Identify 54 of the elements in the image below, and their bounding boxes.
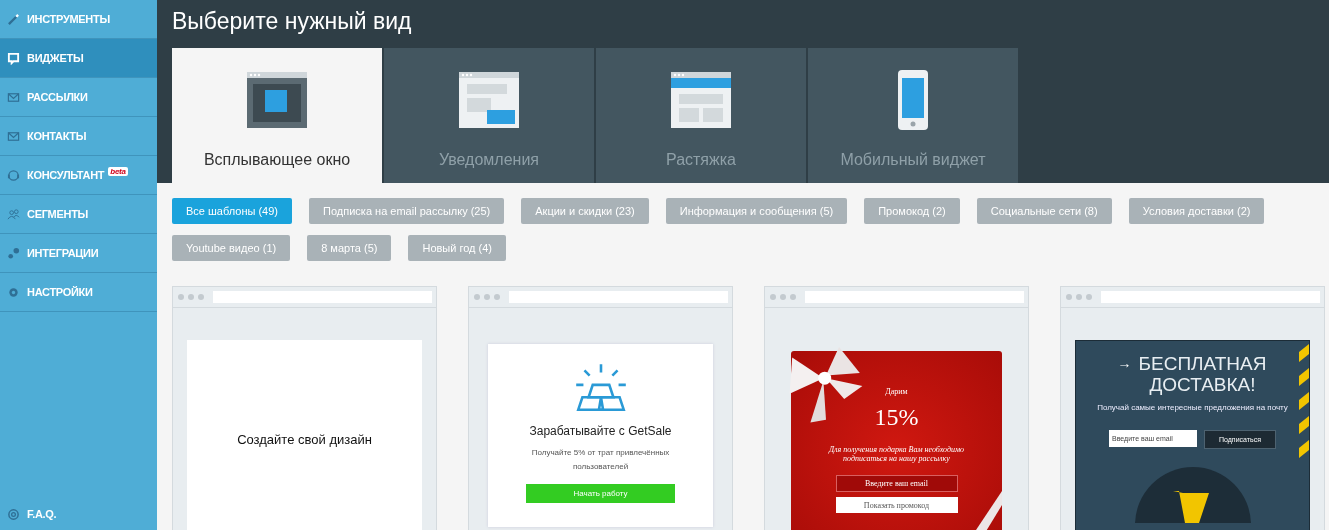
sidebar-item[interactable]: ВИДЖЕТЫ bbox=[0, 39, 157, 78]
filter-chip[interactable]: 8 марта (5) bbox=[307, 235, 392, 261]
arrow-glyph: → bbox=[1117, 354, 1132, 373]
template-text: Для получения подарка Вам необходимо подписаться на нашу рассылку bbox=[827, 445, 966, 463]
widget-type-tab[interactable]: Уведомления bbox=[384, 48, 594, 183]
widget-type-tab[interactable]: Растяжка bbox=[596, 48, 806, 183]
filter-chip[interactable]: Социальные сети (8) bbox=[976, 198, 1112, 224]
sidebar-label: СЕГМЕНТЫ bbox=[27, 208, 89, 220]
window-dots-icon bbox=[769, 293, 799, 301]
template-text: Получай самые интересные предложения на почту bbox=[1096, 403, 1289, 412]
window-dots-icon bbox=[473, 293, 503, 301]
faq-label: F.A.Q. bbox=[27, 508, 57, 520]
filter-chip[interactable]: Акции и скидки (23) bbox=[521, 198, 649, 224]
beta-badge: beta bbox=[108, 166, 128, 176]
wand-icon bbox=[7, 12, 20, 26]
template-title: БЕСПЛАТНАЯ ДОСТАВКА! bbox=[1137, 353, 1268, 395]
email-field: Введите ваш email bbox=[835, 475, 958, 492]
filter-chip[interactable]: Все шаблоны (49) bbox=[172, 198, 293, 224]
sidebar-label: ИНСТРУМЕНТЫ bbox=[27, 13, 110, 25]
envelope-icon bbox=[7, 90, 20, 104]
faq-link[interactable]: F.A.Q. bbox=[0, 498, 157, 530]
people-icon bbox=[7, 207, 20, 221]
template-card[interactable]: Дарим 15% Для получения подарка Вам необходимо подписаться на нашу рассылку Введите ваш email Показать промокод bbox=[764, 286, 1029, 530]
promo-code-button: Показать промокод bbox=[835, 497, 958, 513]
filter-chip[interactable]: Промокод (2) bbox=[864, 198, 960, 224]
sidebar-label: НАСТРОЙКИ bbox=[27, 286, 93, 298]
start-button: Начать работу bbox=[526, 484, 675, 503]
lifebuoy-icon bbox=[7, 507, 20, 521]
sidebar-label: ВИДЖЕТЫ bbox=[27, 52, 84, 64]
window-dots-icon bbox=[1065, 293, 1095, 301]
widget-type-tab[interactable]: Всплывающее окно bbox=[172, 48, 382, 183]
filter-chip[interactable]: Новый год (4) bbox=[408, 235, 506, 261]
envelope-icon bbox=[7, 129, 20, 143]
sidebar-label: КОНТАКТЫ bbox=[27, 130, 87, 142]
template-card[interactable]: Зарабатывайте с GetSale Получайте 5% от трат привлечённых пользователей Начать работу bbox=[468, 286, 733, 530]
sidebar-label: КОНСУЛЬТАНТ bbox=[27, 169, 105, 181]
sidebar-label: ИНТЕГРАЦИИ bbox=[27, 247, 99, 259]
filter-chip[interactable]: Подписка на email рассылку (25) bbox=[309, 198, 505, 224]
page-title: Выберите нужный вид bbox=[172, 7, 413, 36]
settings-icon bbox=[7, 285, 20, 299]
discount-value: 15% bbox=[874, 404, 919, 431]
template-title: Дарим bbox=[885, 387, 908, 396]
filter-chip[interactable]: Условия доставки (2) bbox=[1128, 198, 1265, 224]
filter-chip[interactable]: Youtube видео (1) bbox=[172, 235, 291, 261]
window-dots-icon bbox=[177, 293, 207, 301]
template-card[interactable]: Создайте свой дизайн bbox=[172, 286, 437, 530]
headset-icon bbox=[7, 168, 20, 182]
template-title: Создайте свой дизайн bbox=[237, 431, 372, 447]
template-title: Зарабатывайте с GetSale bbox=[529, 424, 672, 438]
filter-chip[interactable]: Информация и сообщения (5) bbox=[665, 198, 848, 224]
widget-type-tab[interactable]: Мобильный виджет bbox=[808, 48, 1018, 183]
sidebar-label: РАССЫЛКИ bbox=[27, 91, 88, 103]
chat-icon bbox=[7, 51, 20, 65]
template-text: Получайте 5% от трат привлечённых пользователей bbox=[530, 447, 671, 473]
